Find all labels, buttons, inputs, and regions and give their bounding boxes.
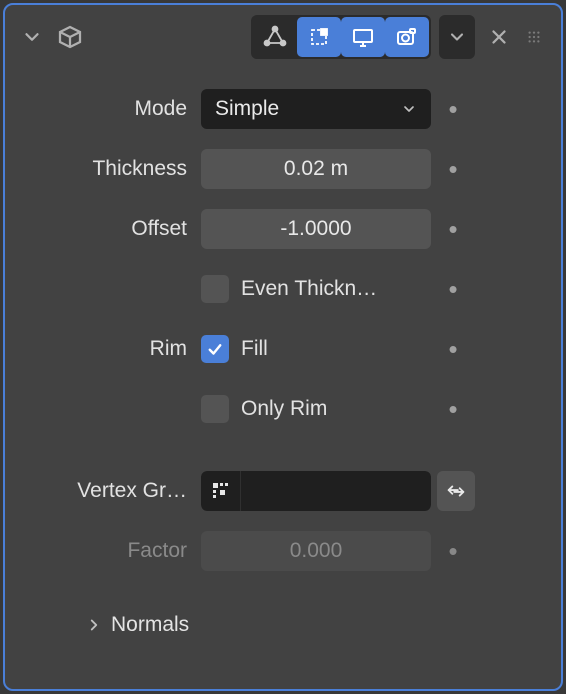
pin-rim-only[interactable]: •: [431, 396, 475, 422]
chevron-down-icon: [401, 101, 417, 117]
normals-subpanel-header[interactable]: Normals: [27, 613, 539, 637]
pin-factor: •: [431, 538, 475, 564]
toggle-vertex[interactable]: [253, 17, 297, 57]
vertex-group-invert-button[interactable]: [437, 471, 475, 511]
rim-fill-checkbox[interactable]: [201, 335, 229, 363]
offset-input[interactable]: -1.0000: [201, 209, 431, 249]
modifier-header: [5, 5, 561, 65]
mode-value: Simple: [215, 97, 279, 121]
rim-fill-label: Fill: [241, 337, 268, 361]
even-thickness-checkbox[interactable]: [201, 275, 229, 303]
modifier-extras-dropdown[interactable]: [439, 15, 475, 59]
factor-label: Factor: [27, 539, 201, 563]
collapse-chevron-icon[interactable]: [19, 24, 45, 50]
pin-even[interactable]: •: [431, 276, 475, 302]
offset-value: -1.0000: [280, 217, 351, 241]
remove-modifier-button[interactable]: [483, 21, 515, 53]
toggle-editmode[interactable]: [297, 17, 341, 57]
vertex-group-select[interactable]: [241, 471, 431, 511]
factor-value: 0.000: [290, 539, 343, 563]
normals-label: Normals: [111, 613, 189, 637]
modifier-body: Mode Simple • Thickness 0.02 m • Offset …: [5, 65, 561, 637]
pin-thickness[interactable]: •: [431, 156, 475, 182]
even-thickness-row: Even Thickn…: [201, 275, 431, 303]
rim-fill-row: Fill: [201, 335, 431, 363]
thickness-label: Thickness: [27, 157, 201, 181]
thickness-input[interactable]: 0.02 m: [201, 149, 431, 189]
toggle-render[interactable]: [385, 17, 429, 57]
vertex-group-label: Vertex Gr…: [27, 479, 201, 503]
offset-label: Offset: [27, 217, 201, 241]
rim-only-label: Only Rim: [241, 397, 327, 421]
factor-input: 0.000: [201, 531, 431, 571]
modifier-panel: Mode Simple • Thickness 0.02 m • Offset …: [3, 3, 563, 691]
thickness-value: 0.02 m: [284, 157, 348, 181]
mode-select[interactable]: Simple: [201, 89, 431, 129]
pin-offset[interactable]: •: [431, 216, 475, 242]
even-thickness-label: Even Thickn…: [241, 277, 377, 301]
pin-rim-fill[interactable]: •: [431, 336, 475, 362]
rim-only-row: Only Rim: [201, 395, 431, 423]
visibility-toggle-group: [251, 15, 431, 59]
chevron-right-icon: [85, 616, 103, 634]
pin-mode[interactable]: •: [431, 96, 475, 122]
drag-handle-icon[interactable]: [523, 25, 547, 49]
solidify-icon: [53, 20, 87, 54]
toggle-display[interactable]: [341, 17, 385, 57]
vertex-group-icon[interactable]: [201, 471, 241, 511]
rim-label: Rim: [27, 337, 201, 361]
rim-only-checkbox[interactable]: [201, 395, 229, 423]
mode-label: Mode: [27, 97, 201, 121]
